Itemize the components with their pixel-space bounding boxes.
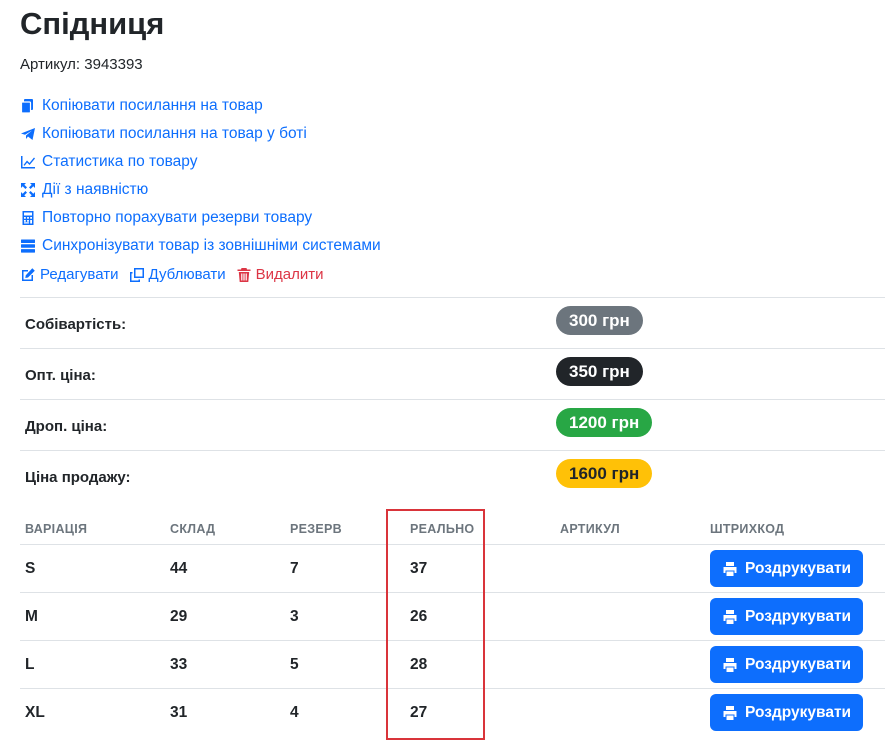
calculator-icon: [20, 210, 36, 226]
cell-reserve: 7: [285, 544, 405, 593]
header-real: РЕАЛЬНО: [405, 514, 555, 545]
price-label: Дроп. ціна:: [25, 418, 108, 435]
copy-icon: [20, 98, 36, 114]
action-label: Копіювати посилання на товар у боті: [42, 125, 307, 142]
delete-link[interactable]: Видалити: [236, 266, 324, 283]
duplicate-label: Дублювати: [148, 266, 226, 283]
copy-link-action[interactable]: Копіювати посилання на товар: [20, 92, 381, 120]
page-title: Спідниця: [20, 6, 165, 41]
cell-barcode: Роздрукувати: [705, 689, 885, 737]
cell-sku: [555, 592, 705, 641]
edit-actions: Редагувати Дублювати Видалити: [20, 266, 334, 283]
cell-variation: M: [20, 592, 165, 641]
cell-sku: [555, 544, 705, 593]
price-badge: 1600 грн: [556, 459, 653, 488]
cell-stock: 44: [165, 544, 285, 593]
chart-line-icon: [20, 154, 36, 170]
action-label: Дії з наявністю: [42, 181, 149, 198]
server-icon: [20, 238, 36, 254]
header-sku: АРТИКУЛ: [555, 514, 705, 545]
cell-stock: 29: [165, 592, 285, 641]
action-label: Копіювати посилання на товар: [42, 97, 263, 114]
price-badge: 300 грн: [556, 306, 643, 335]
cell-stock: 31: [170, 703, 188, 721]
print-button[interactable]: Роздрукувати: [710, 646, 864, 683]
duplicate-link[interactable]: Дублювати: [129, 266, 226, 283]
price-label: Опт. ціна:: [25, 367, 96, 384]
cell-stock: 33: [165, 640, 285, 689]
price-row-retail: Ціна продажу: 1600 грн: [20, 451, 885, 501]
cell-real: 37: [405, 544, 555, 593]
print-button[interactable]: Роздрукувати: [710, 598, 864, 635]
header-stock: СКЛАД: [165, 514, 285, 545]
cell-barcode: Роздрукувати: [705, 640, 885, 689]
action-label: Статистика по товару: [42, 153, 198, 170]
price-badge: 350 грн: [556, 357, 643, 386]
copy-bot-link-action[interactable]: Копіювати посилання на товар у боті: [20, 120, 381, 148]
cell-variation: XL: [25, 703, 45, 721]
cell-real: 27: [410, 703, 428, 721]
price-badge: 1200 грн: [556, 408, 653, 437]
printer-icon: [723, 609, 737, 624]
cell-real: 28: [405, 640, 555, 689]
trash-icon: [236, 267, 252, 283]
printer-icon: [723, 657, 737, 672]
print-label: Роздрукувати: [745, 655, 852, 673]
print-label: Роздрукувати: [745, 703, 852, 721]
print-label: Роздрукувати: [745, 559, 852, 577]
sync-external-action[interactable]: Синхронізувати товар із зовнішніми систе…: [20, 232, 381, 260]
prices-table: Собівартість: 300 грн Опт. ціна: 350 грн…: [20, 297, 885, 501]
product-sku: Артикул: 3943393: [20, 56, 143, 73]
price-label: Собівартість:: [25, 316, 127, 333]
price-row-drop: Дроп. ціна: 1200 грн: [20, 400, 885, 451]
price-row-cost: Собівартість: 300 грн: [20, 298, 885, 349]
stock-table: ВАРІАЦІЯ СКЛАД РЕЗЕРВ РЕАЛЬНО АРТИКУЛ ШТ…: [20, 514, 885, 736]
header-reserve: РЕЗЕРВ: [285, 514, 405, 545]
cell-sku: [555, 689, 705, 737]
table-row: L 33 5 28 Роздрукувати: [20, 640, 885, 689]
recalc-reserves-action[interactable]: Повторно порахувати резерви товару: [20, 204, 381, 232]
edit-label: Редагувати: [40, 266, 119, 283]
price-row-wholesale: Опт. ціна: 350 грн: [20, 349, 885, 400]
table-row: XL 31 4 27 Роздрукувати: [20, 689, 885, 737]
edit-icon: [20, 267, 36, 283]
printer-icon: [723, 705, 737, 720]
action-label: Повторно порахувати резерви товару: [42, 209, 313, 226]
cell-real: 26: [405, 592, 555, 641]
print-label: Роздрукувати: [745, 607, 852, 625]
cell-variation: S: [20, 544, 165, 593]
telegram-icon: [20, 126, 36, 142]
product-actions: Копіювати посилання на товар Копіювати п…: [20, 92, 381, 260]
action-label: Синхронізувати товар із зовнішніми систе…: [42, 237, 381, 254]
cell-reserve: 5: [285, 640, 405, 689]
cell-barcode: Роздрукувати: [705, 544, 885, 593]
header-variation: ВАРІАЦІЯ: [20, 514, 165, 545]
duplicate-icon: [129, 267, 145, 283]
printer-icon: [723, 561, 737, 576]
cell-reserve: 4: [290, 703, 299, 721]
edit-link[interactable]: Редагувати: [20, 266, 119, 283]
table-row: M 29 3 26 Роздрукувати: [20, 592, 885, 641]
cell-sku: [555, 640, 705, 689]
table-row: S 44 7 37 Роздрукувати: [20, 544, 885, 593]
print-button[interactable]: Роздрукувати: [710, 694, 864, 731]
stock-table-header: ВАРІАЦІЯ СКЛАД РЕЗЕРВ РЕАЛЬНО АРТИКУЛ ШТ…: [20, 514, 885, 545]
stock-actions-action[interactable]: Дії з наявністю: [20, 176, 381, 204]
header-barcode: ШТРИХКОД: [705, 514, 885, 545]
price-label: Ціна продажу:: [25, 469, 131, 486]
cell-reserve: 3: [285, 592, 405, 641]
product-stats-action[interactable]: Статистика по товару: [20, 148, 381, 176]
cell-variation: L: [20, 640, 165, 689]
print-button[interactable]: Роздрукувати: [710, 550, 864, 587]
cell-barcode: Роздрукувати: [705, 592, 885, 641]
expand-arrows-icon: [20, 182, 36, 198]
delete-label: Видалити: [255, 266, 324, 283]
